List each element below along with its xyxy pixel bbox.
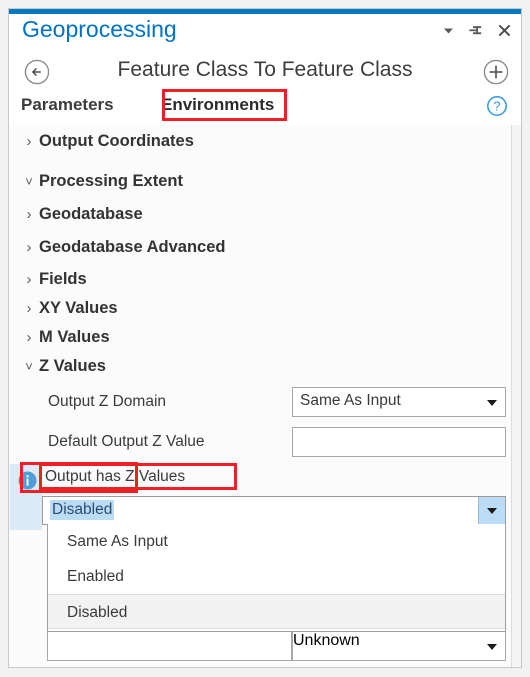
bottom-left-input[interactable]: [47, 631, 292, 661]
chevron-right-icon: ›: [26, 205, 32, 223]
row-default-output-z-value: Default Output Z Value: [9, 425, 521, 461]
label-output-has-z-values: Output has Z Values: [45, 468, 186, 485]
section-label: Z Values: [39, 356, 106, 375]
default-output-z-value-input[interactable]: [292, 427, 506, 457]
output-z-domain-value: Same As Input: [300, 392, 401, 409]
row-output-z-domain: Output Z Domain Same As Input: [9, 385, 521, 421]
svg-text:?: ?: [494, 100, 501, 114]
output-has-z-values-combobox[interactable]: Disabled: [42, 496, 506, 525]
section-label: Geodatabase: [39, 204, 143, 223]
chevron-down-icon: ˅: [25, 358, 33, 374]
section-label: XY Values: [39, 298, 118, 317]
output-has-z-values-dropdown-list[interactable]: Same As Input Enabled Disabled: [47, 524, 506, 632]
dropdown-option-enabled[interactable]: Enabled: [48, 559, 505, 594]
section-label: M Values: [39, 327, 110, 346]
tab-parameters[interactable]: Parameters: [21, 95, 114, 115]
dropdown-option-same-as-input[interactable]: Same As Input: [48, 524, 505, 559]
label-default-output-z-value: Default Output Z Value: [48, 433, 205, 450]
chevron-down-icon: ˅: [25, 173, 33, 189]
screenshot-root: Geoprocessing Feature Class To Feature C…: [0, 0, 530, 677]
combobox-toggle-button[interactable]: [478, 497, 505, 524]
page-title: Geoprocessing: [22, 16, 177, 42]
section-fields[interactable]: › Fields: [9, 265, 521, 293]
titlebar-button-group: [440, 22, 513, 39]
pane-right-edge: [511, 125, 521, 667]
output-has-z-values-selected: Disabled: [50, 500, 115, 520]
chevron-right-icon: ›: [26, 132, 32, 150]
section-label: Processing Extent: [39, 171, 183, 190]
dropdown-option-disabled[interactable]: Disabled: [48, 594, 505, 629]
tab-environments[interactable]: Environments: [161, 95, 274, 115]
pane-titlebar: Geoprocessing: [9, 14, 521, 52]
row-bottom-fields: Unknown: [9, 629, 521, 665]
help-icon[interactable]: ?: [486, 95, 508, 117]
chevron-right-icon: ›: [26, 299, 32, 317]
section-processing-extent[interactable]: ˅ Processing Extent: [9, 167, 521, 195]
section-label: Geodatabase Advanced: [39, 237, 226, 256]
chevron-down-icon: [487, 400, 497, 406]
bottom-right-select[interactable]: Unknown: [292, 631, 506, 661]
tool-title: Feature Class To Feature Class: [117, 58, 413, 81]
geoprocessing-pane: Geoprocessing Feature Class To Feature C…: [8, 8, 522, 668]
output-z-domain-select[interactable]: Same As Input: [292, 387, 506, 417]
section-m-values[interactable]: › M Values: [9, 323, 521, 351]
section-xy-values[interactable]: › XY Values: [9, 294, 521, 322]
chevron-down-icon: [487, 508, 497, 514]
chevron-right-icon: ›: [26, 328, 32, 346]
add-plus-icon[interactable]: [482, 58, 510, 86]
chevron-down-icon: [487, 644, 497, 650]
environments-content: › Output Coordinates ˅ Processing Extent…: [9, 125, 521, 667]
chevron-right-icon: ›: [26, 270, 32, 288]
pin-icon[interactable]: [468, 22, 485, 39]
section-label: Fields: [39, 269, 87, 288]
section-output-coordinates[interactable]: › Output Coordinates: [9, 127, 521, 155]
chevron-right-icon: ›: [26, 238, 32, 256]
section-geodatabase-advanced[interactable]: › Geodatabase Advanced: [9, 233, 521, 261]
bottom-right-value: Unknown: [293, 632, 360, 649]
label-output-z-domain: Output Z Domain: [48, 393, 167, 410]
close-icon[interactable]: [496, 22, 513, 39]
section-label: Output Coordinates: [39, 131, 194, 150]
menu-dropdown-icon[interactable]: [440, 22, 457, 39]
tool-header: Feature Class To Feature Class: [9, 52, 521, 92]
section-z-values[interactable]: ˅ Z Values: [9, 352, 521, 380]
tab-bar: Parameters Environments ?: [9, 93, 521, 125]
section-geodatabase[interactable]: › Geodatabase: [9, 200, 521, 228]
